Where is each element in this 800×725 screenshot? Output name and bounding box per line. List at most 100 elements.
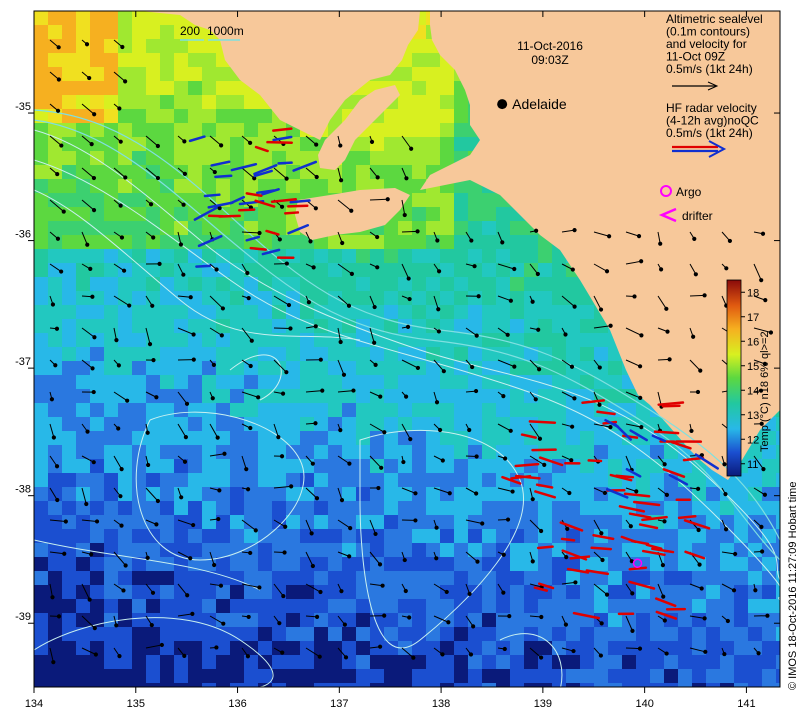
sst-pixel xyxy=(188,571,202,585)
sst-pixel xyxy=(202,599,216,613)
altimetry-arrow-head xyxy=(511,490,514,493)
sst-pixel xyxy=(384,389,398,403)
sst-pixel xyxy=(510,403,524,417)
sst-pixel xyxy=(762,599,776,613)
altimetry-arrow-head xyxy=(537,328,540,331)
sst-pixel xyxy=(230,123,244,137)
sst-pixel xyxy=(104,305,118,319)
sst-pixel xyxy=(342,235,356,249)
sst-pixel xyxy=(118,487,132,501)
sst-pixel xyxy=(118,585,132,599)
sst-pixel xyxy=(118,501,132,515)
altimetry-arrow-head xyxy=(663,463,666,466)
sst-pixel xyxy=(34,571,48,585)
sst-pixel xyxy=(454,347,468,361)
sst-pixel xyxy=(524,529,538,543)
altimetry-arrow-head xyxy=(156,499,159,502)
sst-pixel xyxy=(188,151,202,165)
sst-pixel xyxy=(104,389,118,403)
sst-pixel xyxy=(776,459,790,473)
sst-pixel xyxy=(328,249,342,263)
sst-pixel xyxy=(174,501,188,515)
hf-radar-arrow xyxy=(219,216,239,217)
altimetry-arrow-head xyxy=(57,78,60,81)
sst-pixel xyxy=(664,669,678,683)
sst-pixel xyxy=(230,109,244,123)
sst-pixel xyxy=(664,501,678,515)
sst-pixel xyxy=(384,683,398,697)
sst-pixel xyxy=(370,137,384,151)
altimetry-arrow-head xyxy=(247,296,250,299)
altimetry-arrow xyxy=(690,295,705,296)
sst-pixel xyxy=(174,627,188,641)
sst-pixel xyxy=(384,235,398,249)
sst-pixel xyxy=(734,613,748,627)
sst-pixel xyxy=(300,263,314,277)
sst-pixel xyxy=(272,389,286,403)
sst-pixel xyxy=(510,599,524,613)
altimetry-arrow-head xyxy=(509,299,512,302)
sst-pixel xyxy=(286,613,300,627)
sst-pixel xyxy=(160,53,174,67)
sst-pixel xyxy=(412,333,426,347)
sst-pixel xyxy=(496,529,510,543)
sst-pixel xyxy=(314,529,328,543)
sst-pixel xyxy=(188,403,202,417)
sst-pixel xyxy=(76,249,90,263)
sst-pixel xyxy=(412,445,426,459)
altimetry-arrow-head xyxy=(277,436,280,439)
sst-pixel xyxy=(412,291,426,305)
sst-pixel xyxy=(244,305,258,319)
altimetry-arrow-head xyxy=(570,459,573,462)
sst-pixel xyxy=(482,291,496,305)
sst-pixel xyxy=(454,403,468,417)
altimetry-arrow-head xyxy=(280,205,283,208)
sst-pixel xyxy=(34,53,48,67)
sst-pixel xyxy=(314,543,328,557)
sst-pixel xyxy=(62,417,76,431)
altimetry-arrow-head xyxy=(599,654,602,657)
sst-pixel xyxy=(510,417,524,431)
sst-pixel xyxy=(48,235,62,249)
altimetry-arrow-head xyxy=(437,270,440,273)
sst-pixel xyxy=(104,473,118,487)
sst-pixel xyxy=(580,543,594,557)
sst-pixel xyxy=(538,599,552,613)
sst-pixel xyxy=(622,655,636,669)
sst-pixel xyxy=(762,669,776,683)
sst-pixel xyxy=(468,277,482,291)
sst-pixel xyxy=(258,557,272,571)
altimetry-arrow-head xyxy=(531,300,534,303)
altimetry-arrow-head xyxy=(573,397,576,400)
altimetry-arrow-head xyxy=(223,452,226,455)
sst-pixel xyxy=(48,599,62,613)
altimetry-arrow-head xyxy=(281,651,284,654)
altimetry-arrow-head xyxy=(192,358,195,361)
sst-pixel xyxy=(482,683,496,697)
sst-pixel xyxy=(664,683,678,697)
sst-pixel xyxy=(230,557,244,571)
sst-pixel xyxy=(678,627,692,641)
altimetry-arrow-head xyxy=(352,389,355,392)
sst-pixel xyxy=(426,501,440,515)
sst-pixel xyxy=(384,375,398,389)
altimetry-arrow-head xyxy=(350,272,353,275)
sst-pixel xyxy=(244,403,258,417)
sst-pixel xyxy=(412,165,426,179)
sst-pixel xyxy=(482,613,496,627)
sst-pixel xyxy=(132,417,146,431)
altimetry-arrow-head xyxy=(189,557,192,560)
sst-pixel xyxy=(426,67,440,81)
sst-pixel xyxy=(510,641,524,655)
sst-pixel xyxy=(426,291,440,305)
sst-pixel xyxy=(174,67,188,81)
sst-pixel xyxy=(440,515,454,529)
sst-pixel xyxy=(412,529,426,543)
sst-pixel xyxy=(76,25,90,39)
altimetry-arrow-head xyxy=(182,203,185,206)
altimetry-arrow-head xyxy=(766,614,769,617)
sst-pixel xyxy=(272,459,286,473)
sst-pixel xyxy=(706,557,720,571)
sst-pixel xyxy=(34,39,48,53)
sst-pixel xyxy=(748,501,762,515)
